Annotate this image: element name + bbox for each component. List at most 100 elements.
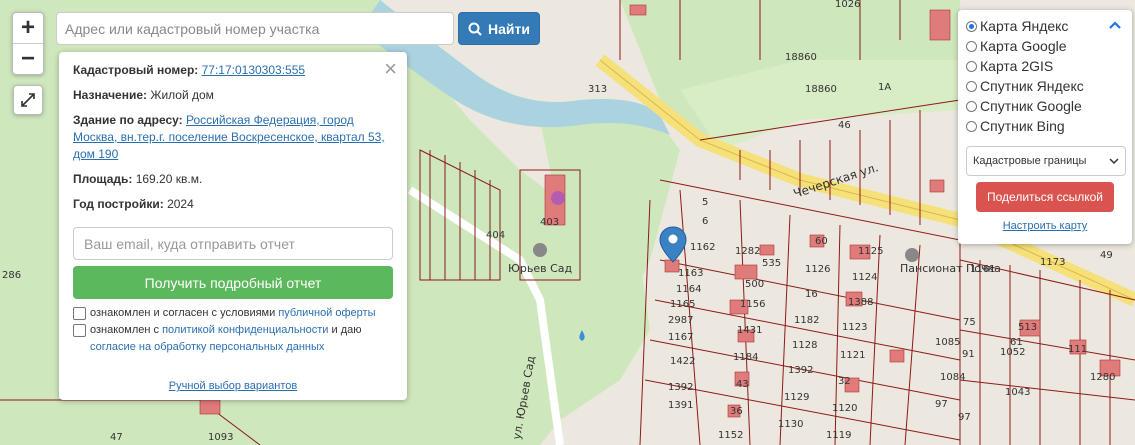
year-label: Год постройки: [73,197,164,211]
privacy-mid-text: и даю [328,324,362,336]
chevron-up-icon[interactable] [1108,20,1122,30]
svg-text:1119: 1119 [826,430,851,441]
layer-radio[interactable] [966,20,977,32]
search-button[interactable]: Найти [458,12,540,45]
cadastral-layer-select[interactable]: Кадастровые границы [966,146,1126,176]
svg-text:47: 47 [110,432,123,443]
poi-marker-icon[interactable] [533,243,547,257]
svg-text:1391: 1391 [668,400,693,411]
layer-option[interactable]: Спутник Google [966,96,1124,116]
svg-text:43: 43 [736,379,749,390]
svg-text:1173: 1173 [1040,257,1065,268]
layer-radio[interactable] [966,40,977,52]
layer-option-label: Спутник Яндекс [980,78,1084,94]
close-icon[interactable]: × [384,56,397,82]
get-report-button[interactable]: Получить подробный отчет [73,266,393,299]
fullscreen-button[interactable] [13,85,43,115]
offer-checkbox[interactable] [73,307,86,320]
zoom-control: + − [12,12,44,75]
svg-text:111: 111 [1068,344,1087,355]
layer-options: Карта Яндекс Карта Google Карта 2GIS Спутни… [966,16,1124,136]
layer-option-label: Спутник Bing [980,118,1065,134]
manual-select-link[interactable]: Ручной выбор вариантов [59,380,407,392]
svg-text:36: 36 [730,406,743,417]
svg-text:286: 286 [2,270,21,281]
svg-text:1422: 1422 [670,356,695,367]
svg-text:1165: 1165 [670,299,695,310]
cadastral-label: Кадастровый номер: [73,63,199,77]
svg-text:1152: 1152 [718,430,743,441]
svg-text:1392: 1392 [668,382,693,393]
svg-text:1026: 1026 [835,0,860,10]
svg-text:1431: 1431 [737,325,762,336]
area-value: 169.20 кв.м. [135,172,203,186]
layer-radio[interactable] [966,100,977,112]
svg-text:1084: 1084 [940,372,965,383]
svg-text:18860: 18860 [805,84,837,95]
share-link-button[interactable]: Поделиться ссылкой [976,182,1114,212]
layer-option-label: Карта Google [980,38,1067,54]
svg-text:1164: 1164 [676,284,701,295]
svg-text:1130: 1130 [778,419,803,430]
shop-label: Юрьев Сад [508,262,573,275]
layer-option-label: Карта Яндекс [980,18,1069,34]
svg-text:60: 60 [815,236,828,247]
svg-text:513: 513 [1018,322,1037,333]
search-icon [468,22,482,36]
svg-text:16: 16 [805,289,818,300]
email-input[interactable] [73,227,393,260]
svg-text:5: 5 [702,197,708,208]
map-settings-link[interactable]: Настроить карту [966,220,1124,232]
layer-option[interactable]: Карта Google [966,36,1124,56]
svg-text:91: 91 [962,349,975,360]
svg-text:75: 75 [963,317,976,328]
svg-text:1182: 1182 [794,315,819,326]
svg-text:1125: 1125 [858,246,883,257]
layer-radio[interactable] [966,120,977,132]
svg-text:32: 32 [838,376,851,387]
layer-radio[interactable] [966,80,977,92]
poi-marker-icon[interactable] [905,248,919,262]
svg-text:1124: 1124 [852,272,877,283]
svg-text:61: 61 [1010,337,1023,348]
parcel-info-panel: × Кадастровый номер: 77:17:0130303:555 Н… [59,52,407,400]
layer-radio[interactable] [966,60,977,72]
search-button-label: Найти [488,20,530,37]
poi-marker-icon[interactable] [551,191,565,205]
poi-label: Пансионат Почка [900,262,1001,275]
svg-text:1093: 1093 [208,432,233,443]
svg-text:1162: 1162 [690,242,715,253]
area-label: Площадь: [73,172,133,186]
layer-option[interactable]: Карта 2GIS [966,56,1124,76]
search-input[interactable] [56,12,454,45]
svg-text:97: 97 [935,399,948,410]
svg-text:1121: 1121 [840,350,865,361]
svg-text:18860: 18860 [785,52,817,63]
purpose-label: Назначение: [73,88,148,102]
personal-data-link[interactable]: согласие на обработку персональных данны… [90,341,324,353]
select-value: Кадастровые границы [973,155,1087,167]
svg-text:1085: 1085 [935,337,960,348]
offer-agreement: ознакомлен и согласен с условиями публич… [73,305,393,322]
svg-text:1052: 1052 [1000,347,1025,358]
svg-text:97: 97 [958,412,971,423]
zoom-out-button[interactable]: − [13,43,43,74]
privacy-policy-link[interactable]: политикой конфиденциальности [162,324,328,336]
privacy-text: ознакомлен с [90,324,163,336]
svg-text:1126: 1126 [805,264,830,275]
layer-option[interactable]: Спутник Яндекс [966,76,1124,96]
offer-link[interactable]: публичной оферты [278,307,375,319]
svg-text:403: 403 [540,217,559,228]
svg-text:46: 46 [838,120,851,131]
svg-text:1163: 1163 [678,268,703,279]
zoom-in-button[interactable]: + [13,13,43,43]
svg-text:1123: 1123 [842,322,867,333]
privacy-checkbox[interactable] [73,324,86,337]
svg-text:1128: 1128 [792,340,817,351]
layer-option[interactable]: Карта Яндекс [966,16,1124,36]
cadastral-number-link[interactable]: 77:17:0130303:555 [202,63,305,77]
svg-text:1184: 1184 [733,352,758,363]
layer-option[interactable]: Спутник Bing [966,116,1124,136]
layers-panel: Карта Яндекс Карта Google Карта 2GIS Спутни… [958,10,1132,244]
svg-text:49: 49 [1100,250,1113,261]
